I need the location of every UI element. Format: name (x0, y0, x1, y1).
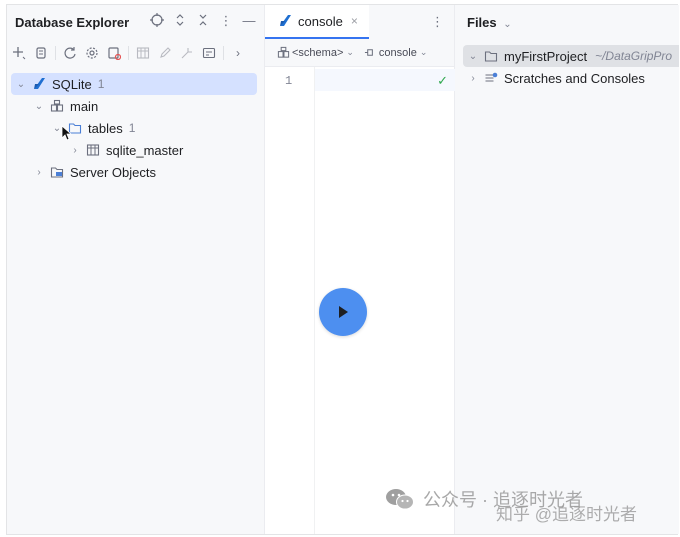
database-tree: ⌄ SQLite 1 ⌄ main ⌄ tables 1 › sqlite_ma… (11, 73, 257, 183)
chevron-down-icon[interactable]: ⌄ (15, 79, 27, 90)
close-icon[interactable]: × (351, 14, 358, 28)
tree-item-label: sqlite_master (106, 142, 184, 158)
chevron-down-icon: ⌄ (419, 47, 428, 57)
tree-item-sqlite[interactable]: ⌄ SQLite 1 (11, 73, 257, 95)
toolbar-separator (223, 46, 224, 60)
schema-selector[interactable]: <schema> ⌄ (277, 46, 354, 59)
edit-icon[interactable] (157, 45, 173, 61)
console-selector-label: console (378, 46, 417, 59)
tree-item-label: myFirstProject (504, 48, 588, 64)
files-panel-title[interactable]: Files ⌄ (467, 15, 512, 30)
console-selector[interactable]: console ⌄ (364, 46, 427, 59)
files-panel: Files ⌄ ⌄ myFirstProject ~/DataGripPro ›… (455, 5, 679, 534)
table-icon (85, 142, 101, 158)
ide-window: Database Explorer ⋮ — › ⌄ SQLite 1 ⌄ mai… (6, 4, 679, 535)
tree-item-main[interactable]: ⌄ main (11, 95, 257, 117)
panel-header-actions: ⋮ — (150, 13, 256, 30)
chevron-right-icon[interactable]: › (230, 45, 246, 61)
expand-all-icon[interactable] (173, 13, 187, 30)
scratches-icon (483, 70, 499, 86)
add-icon[interactable] (11, 45, 27, 61)
editor-tabbar: console × ⋮ (265, 5, 454, 39)
server-objects-icon (49, 164, 65, 180)
collapse-all-icon[interactable] (196, 13, 210, 30)
more-options-icon[interactable]: ⋮ (431, 14, 444, 30)
play-icon (339, 306, 348, 318)
schema-icon (277, 46, 290, 58)
sqlite-icon (31, 76, 47, 92)
tree-item-label: Scratches and Consoles (504, 70, 645, 86)
current-line-highlight[interactable] (315, 69, 455, 91)
check-icon: ✓ (437, 73, 448, 88)
settings-icon[interactable] (84, 45, 100, 61)
folder-icon (483, 48, 499, 64)
project-path: ~/DataGripPro (595, 49, 673, 63)
schema-selector-label: <schema> (292, 46, 344, 59)
table-icon[interactable] (135, 45, 151, 61)
tree-item-label: Server Objects (70, 164, 156, 180)
data-source-icon (364, 49, 373, 56)
chevron-down-icon: ⌄ (346, 47, 354, 57)
tree-item-label: SQLite (52, 76, 92, 92)
tree-item-project[interactable]: ⌄ myFirstProject ~/DataGripPro (463, 45, 679, 67)
chevron-right-icon[interactable]: › (467, 73, 479, 84)
play-button[interactable] (319, 288, 367, 336)
chevron-right-icon[interactable]: › (33, 167, 45, 178)
tree-item-count: 1 (97, 77, 105, 91)
jump-icon[interactable] (179, 45, 195, 61)
mouse-cursor-icon (61, 125, 73, 141)
console-icon[interactable] (201, 45, 217, 61)
disconnect-icon[interactable] (106, 45, 122, 61)
wechat-logo-icon (386, 489, 414, 510)
line-number: 1 (285, 74, 293, 88)
tree-item-tables[interactable]: ⌄ tables 1 (11, 117, 257, 139)
schema-icon (49, 98, 65, 114)
explorer-toolbar: › (11, 45, 246, 61)
tab-label: console (298, 13, 343, 29)
console-file-icon (277, 13, 293, 29)
chevron-down-icon[interactable]: ⌄ (467, 51, 479, 62)
tab-console[interactable]: console × (265, 5, 369, 39)
console-editor-panel: console × ⋮ <schema> ⌄ console ⌄ 1 ✓ (265, 5, 455, 534)
watermark-subtext: 知乎 @追逐时光者 (496, 505, 637, 524)
chevron-down-icon: ⌄ (503, 19, 512, 30)
editor-toolbar: <schema> ⌄ console ⌄ (265, 39, 454, 67)
refresh-icon[interactable] (62, 45, 78, 61)
tree-item-server-objects[interactable]: › Server Objects (11, 161, 257, 183)
copy-icon[interactable] (33, 45, 49, 61)
chevron-down-icon[interactable]: ⌄ (33, 101, 45, 112)
toolbar-separator (128, 46, 129, 60)
tree-item-scratches[interactable]: › Scratches and Consoles (463, 67, 679, 89)
panel-title: Files (467, 15, 497, 30)
editor-gutter (265, 67, 315, 534)
tree-item-count: 1 (128, 121, 136, 135)
files-tree: ⌄ myFirstProject ~/DataGripPro › Scratch… (463, 45, 679, 89)
tree-item-sqlite-master[interactable]: › sqlite_master (11, 139, 257, 161)
more-options-icon[interactable]: ⋮ (219, 13, 233, 30)
database-explorer-panel: Database Explorer ⋮ — › ⌄ SQLite 1 ⌄ mai… (7, 5, 265, 534)
minimize-icon[interactable]: — (242, 13, 256, 30)
locate-icon[interactable] (150, 13, 164, 30)
chevron-right-icon[interactable]: › (69, 145, 81, 156)
toolbar-separator (55, 46, 56, 60)
panel-title: Database Explorer (15, 15, 130, 30)
tree-item-label: main (70, 98, 99, 114)
tree-item-label: tables (88, 120, 123, 136)
